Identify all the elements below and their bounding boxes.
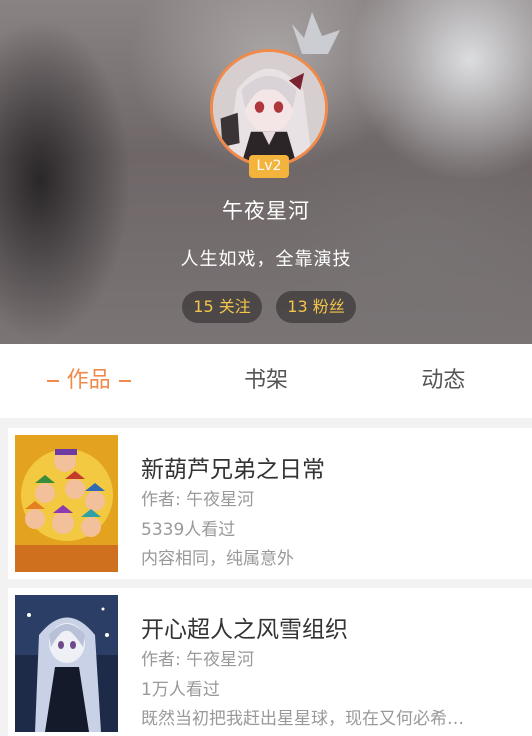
work-title: 新葫芦兄弟之日常 [141,457,325,483]
profile-header: Lv2 午夜星河 人生如戏，全靠演技 15 关注 13 粉丝 [0,0,532,344]
work-views: 5339人看过 [141,520,236,540]
work-title: 开心超人之风雪组织 [141,617,348,643]
tab-bookshelf-label: 书架 [243,368,288,393]
avatar[interactable] [210,49,328,167]
signature: 人生如戏，全靠演技 [180,249,352,270]
tab-activity-label: 动态 [421,368,466,393]
work-card[interactable]: 新葫芦兄弟之日常 作者: 午夜星河 5339人看过 内容相同，纯属意外 [8,428,532,579]
tab-active-dash-left [46,380,59,382]
work-author: 作者: 午夜星河 [141,650,255,670]
tab-works[interactable]: 作品 [0,344,177,418]
work-cover [15,595,118,732]
work-description: 内容相同，纯属意外 [141,549,294,569]
tab-bookshelf[interactable]: 书架 [177,344,354,418]
username: 午夜星河 [222,199,310,223]
profile-page: Lv2 午夜星河 人生如戏，全靠演技 15 关注 13 粉丝 作品 书架 动态 [0,0,532,736]
tab-activity[interactable]: 动态 [355,344,532,418]
work-description: 既然当初把我赶出星星球，现在又何必希… [141,709,464,729]
work-cover [15,435,118,572]
follow-count-button[interactable]: 15 关注 [182,291,262,323]
avatar-image [213,52,325,164]
work-views: 1万人看过 [141,680,220,700]
work-author: 作者: 午夜星河 [141,490,255,510]
cover-image [15,435,118,572]
level-badge: Lv2 [249,155,289,178]
tab-active-dash-right [118,380,131,382]
profile-tabs: 作品 书架 动态 [0,344,532,418]
cover-image [15,595,118,732]
work-card[interactable]: 开心超人之风雪组织 作者: 午夜星河 1万人看过 既然当初把我赶出星星球，现在又… [8,588,532,736]
crown-icon [292,12,340,54]
tab-works-label: 作品 [66,368,111,393]
fans-count-button[interactable]: 13 粉丝 [276,291,356,323]
